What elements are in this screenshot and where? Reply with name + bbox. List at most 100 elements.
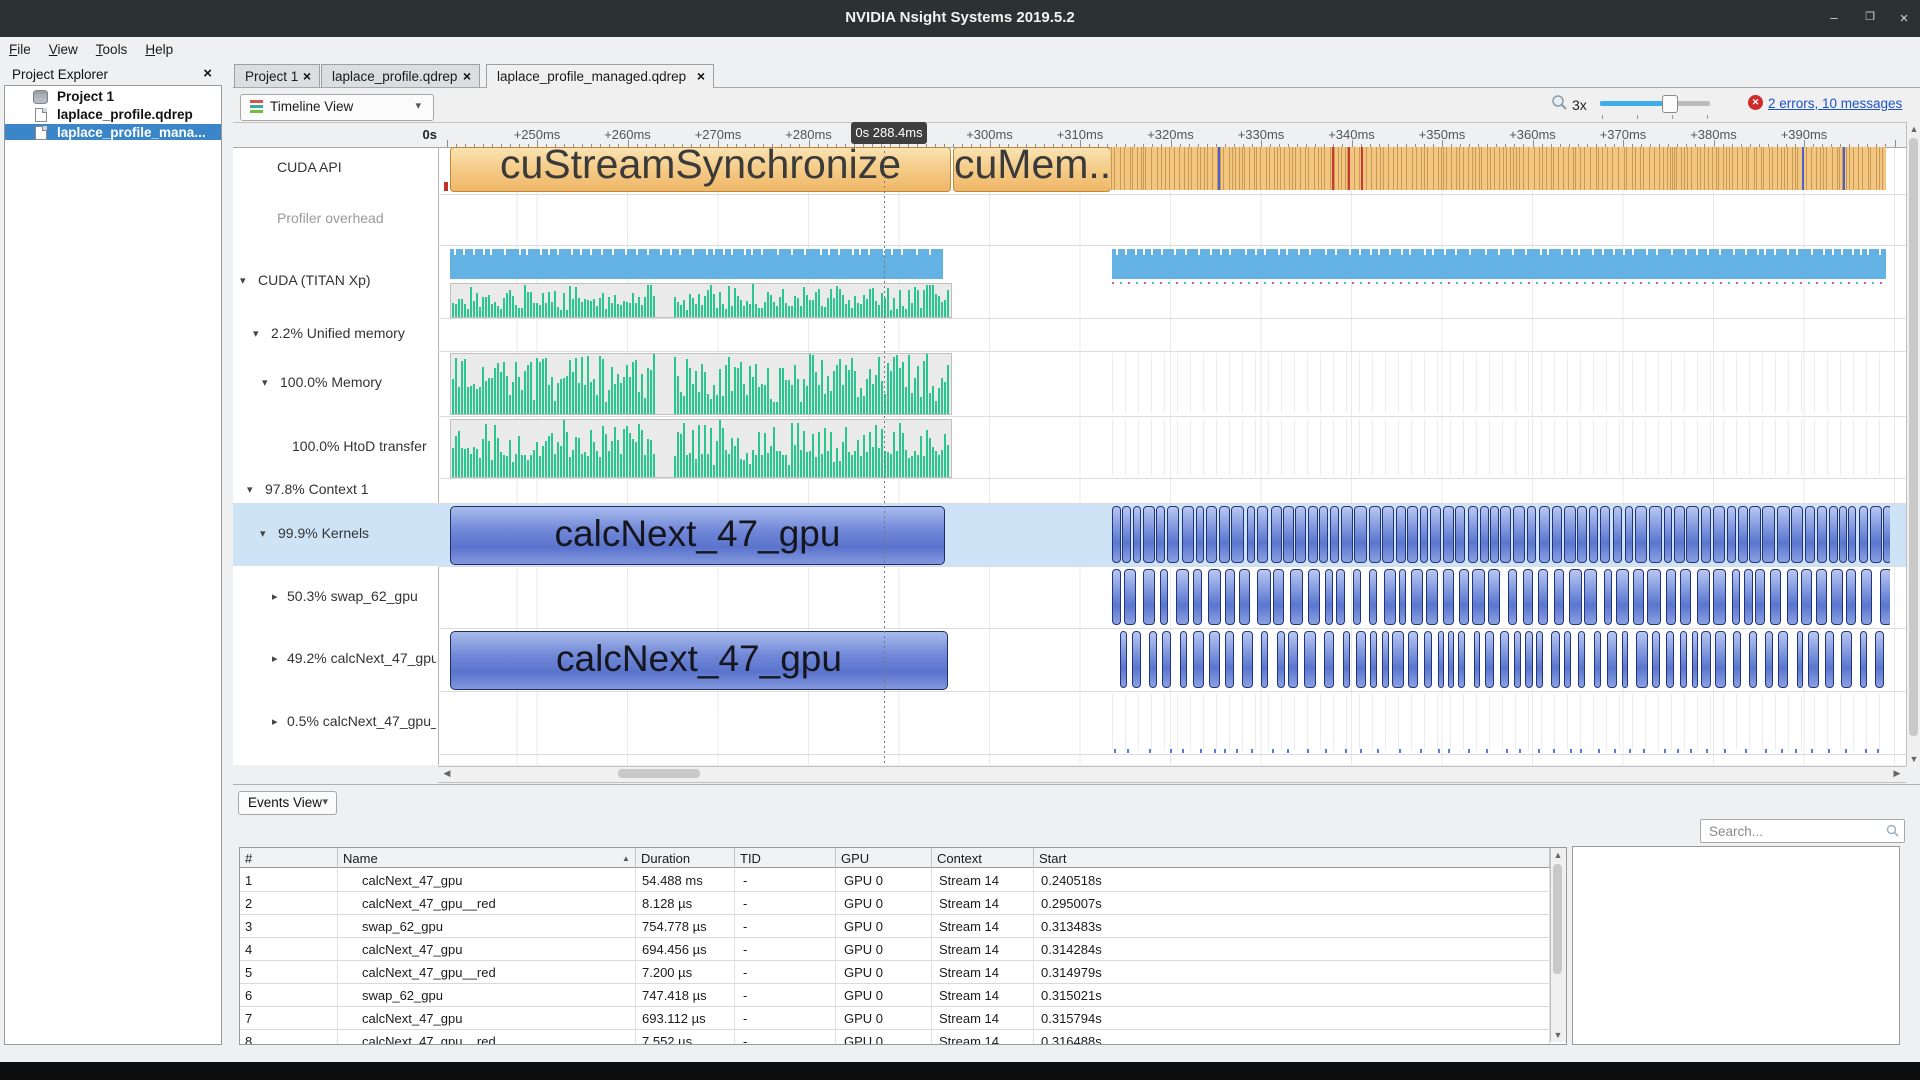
scroll-up-icon[interactable]: ▲	[1907, 124, 1920, 134]
kernel-event-bar[interactable]	[1408, 631, 1418, 688]
kernel-event-bar[interactable]	[1500, 631, 1509, 688]
kernel-event-bar[interactable]	[1625, 506, 1634, 563]
kernel-event-bar[interactable]	[1455, 506, 1465, 563]
kernel-event-bar[interactable]	[1713, 506, 1725, 563]
kernel-event-bar[interactable]	[1633, 569, 1644, 625]
kernel-event-bar[interactable]	[1839, 506, 1847, 563]
table-row[interactable]: 5calcNext_47_gpu__red7.200 µs-GPU 0Strea…	[240, 960, 1550, 984]
kernel-event-bar[interactable]	[1162, 631, 1171, 688]
kernel-event-bar[interactable]	[1697, 569, 1711, 625]
table-row[interactable]: 8calcNext_47_gpu__red7.552 µs-GPU 0Strea…	[240, 1029, 1550, 1045]
kernel-event-bar[interactable]	[1208, 569, 1221, 625]
kernel-event-bar[interactable]	[1523, 569, 1534, 625]
kernel-event-bar[interactable]	[1749, 506, 1760, 563]
kernel-event-bar[interactable]	[1808, 631, 1819, 688]
kernel-event-bar[interactable]	[1133, 506, 1141, 563]
table-row[interactable]: 3swap_62_gpu754.778 µs-GPU 0Stream 140.3…	[240, 914, 1550, 938]
kernel-event-bar[interactable]	[1686, 506, 1699, 563]
menu-help[interactable]: Help	[136, 37, 182, 61]
kernel-event-bar[interactable]	[1594, 631, 1602, 688]
collapse-arrow-icon[interactable]: ▾	[247, 483, 253, 496]
swap-kernel-band[interactable]	[1112, 569, 1890, 625]
kernel-event-bar[interactable]	[1277, 631, 1285, 688]
kernel-event-bar[interactable]	[1257, 506, 1268, 563]
calcnext-kernel-band[interactable]	[1120, 631, 1890, 688]
column-header-context[interactable]: Context	[932, 848, 1034, 868]
kernel-event-bar[interactable]	[1370, 631, 1377, 688]
timeline-row-label[interactable]: 97.8% Context 1	[265, 481, 369, 497]
kernel-event-bar[interactable]	[1778, 631, 1789, 688]
kernel-event-bar[interactable]	[1290, 569, 1303, 625]
kernel-event-bar[interactable]	[1231, 506, 1244, 563]
kernel-event-bar[interactable]	[1239, 569, 1250, 625]
kernel-event-bar[interactable]	[1448, 631, 1454, 688]
kernel-event-bar[interactable]	[1485, 631, 1494, 688]
kernel-event-bar[interactable]	[1825, 631, 1834, 688]
kernel-event-bar[interactable]	[1600, 506, 1610, 563]
kernel-event-bar[interactable]	[1156, 506, 1165, 563]
kernel-event-bar[interactable]	[1257, 569, 1271, 625]
kernel-event-bar[interactable]	[1701, 631, 1710, 688]
kernel-event-bar[interactable]	[1875, 631, 1883, 688]
timeline-row-label[interactable]: 99.9% Kernels	[278, 525, 369, 541]
column-header-name[interactable]: Name▲	[338, 848, 636, 868]
kernel-event-bar[interactable]	[1336, 569, 1346, 625]
kernel-event-bar[interactable]	[1143, 569, 1155, 625]
kernel-event-bar[interactable]	[1392, 631, 1403, 688]
kernel-event-bar[interactable]	[1193, 569, 1202, 625]
kernel-event-bar[interactable]	[1870, 506, 1882, 563]
kernel-event-bar[interactable]	[1196, 506, 1204, 563]
timeline-row-label[interactable]: CUDA API	[277, 159, 342, 175]
kernel-event-bar[interactable]	[1797, 631, 1804, 688]
kernel-event-bar[interactable]	[1744, 569, 1753, 625]
kernel-event-bar[interactable]	[1149, 631, 1157, 688]
kernel-event-bar[interactable]	[1564, 506, 1575, 563]
kernel-event-bar[interactable]	[1666, 569, 1676, 625]
kernel-event-bar[interactable]	[1193, 631, 1204, 688]
kernel-event-bar[interactable]	[1261, 631, 1268, 688]
timeline-ruler[interactable]: 0s +250ms+260ms+270ms+280ms+300ms+310ms+…	[233, 122, 1906, 148]
kernel-bar-calcnext-top[interactable]: calcNext_47_gpu	[450, 506, 945, 565]
expand-arrow-icon[interactable]: ▸	[272, 652, 278, 665]
table-row[interactable]: 2calcNext_47_gpu__red8.128 µs-GPU 0Strea…	[240, 891, 1550, 915]
kernel-event-bar[interactable]	[1288, 631, 1297, 688]
explorer-item-0[interactable]: Project 1	[5, 88, 221, 104]
tab-close-icon[interactable]: ×	[303, 68, 311, 84]
minimize-button[interactable]: –	[1824, 10, 1844, 25]
kernel-event-bar[interactable]	[1525, 631, 1533, 688]
kernel-event-bar[interactable]	[1411, 569, 1423, 625]
kernel-event-bar[interactable]	[1817, 506, 1827, 563]
timeline-row-label[interactable]: 2.2% Unified memory	[271, 325, 405, 341]
kernel-event-bar[interactable]	[1514, 631, 1521, 688]
kernel-event-bar[interactable]	[1674, 506, 1685, 563]
zoom-slider-handle[interactable]	[1662, 95, 1678, 113]
menu-view[interactable]: View	[40, 37, 87, 61]
collapse-arrow-icon[interactable]: ▾	[262, 376, 268, 389]
api-bar-custreamsynchronize[interactable]: cuStreamSynchronize	[450, 147, 951, 192]
kernel-event-bar[interactable]	[1180, 631, 1188, 688]
kernel-event-bar[interactable]	[1831, 569, 1843, 625]
kernel-event-bar[interactable]	[1749, 631, 1756, 688]
kernel-event-bar[interactable]	[1539, 506, 1550, 563]
tab-0[interactable]: Project 1×	[234, 64, 320, 89]
kernel-event-bar[interactable]	[1649, 506, 1662, 563]
memory-activity-mini-chart[interactable]	[450, 283, 952, 318]
table-row[interactable]: 6swap_62_gpu747.418 µs-GPU 0Stream 140.3…	[240, 983, 1550, 1007]
kernel-event-bar[interactable]	[1513, 506, 1525, 563]
kernel-event-bar[interactable]	[1791, 506, 1803, 563]
kernel-event-bar[interactable]	[1176, 569, 1189, 625]
kernel-event-bar[interactable]	[1564, 631, 1571, 688]
kernel-event-bar[interactable]	[1500, 506, 1511, 563]
kernel-event-bar[interactable]	[1369, 569, 1377, 625]
kernel-event-bar[interactable]	[1112, 569, 1121, 625]
kernel-event-bar[interactable]	[1647, 569, 1661, 625]
column-header-gpu[interactable]: GPU	[836, 848, 932, 868]
timeline-row-label[interactable]: Profiler overhead	[277, 210, 384, 226]
collapse-arrow-icon[interactable]: ▾	[253, 327, 259, 340]
htod-transfer-chart[interactable]	[450, 419, 952, 478]
panel-close-icon[interactable]: ×	[203, 65, 212, 82]
kernel-event-bar[interactable]	[1182, 506, 1194, 563]
kernel-event-bar[interactable]	[1578, 631, 1585, 688]
kernel-event-bar[interactable]	[1206, 506, 1216, 563]
kernel-event-bar[interactable]	[1424, 631, 1432, 688]
